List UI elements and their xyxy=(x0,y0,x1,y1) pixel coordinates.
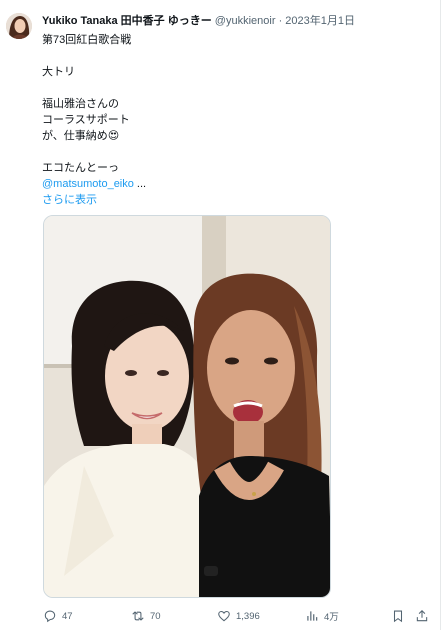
tweet-line xyxy=(42,80,146,96)
views-button[interactable]: 4万 xyxy=(305,608,339,624)
tweet-line xyxy=(42,144,146,160)
tweet-line: エコたんとーっ xyxy=(42,162,119,174)
tweet-date[interactable]: 2023年1月1日 xyxy=(285,15,355,27)
views-icon xyxy=(307,611,318,621)
reply-icon xyxy=(44,610,56,623)
show-more-link[interactable]: さらに表示 xyxy=(42,192,146,208)
retweet-icon xyxy=(132,611,144,621)
tweet-line: が、仕事納め😍 xyxy=(42,130,120,142)
avatar[interactable] xyxy=(6,13,32,39)
tweet-line: コーラスサポート xyxy=(42,114,130,126)
tweet-line: 福山雅治さんの xyxy=(42,98,119,110)
tweet-card[interactable]: Yukiko Tanaka 田中香子 ゆっきー @yukkienoir · 20… xyxy=(0,0,441,630)
tweet-line: 第73回紅白歌合戦 xyxy=(42,34,132,46)
share-icon xyxy=(416,610,428,622)
like-count: 1,396 xyxy=(236,610,260,622)
mention-ellipsis: ... xyxy=(133,178,147,190)
reply-count: 47 xyxy=(62,610,73,622)
user-handle[interactable]: @yukkienoir xyxy=(215,15,276,27)
mention-line: @matsumoto_eiko ... xyxy=(42,176,146,192)
tweet-actions-bar: 47 70 1,396 4万 xyxy=(43,608,428,624)
display-name[interactable]: Yukiko Tanaka 田中香子 ゆっきー xyxy=(42,15,212,27)
tweet-header: Yukiko Tanaka 田中香子 ゆっきー @yukkienoir · 20… xyxy=(42,14,355,28)
like-button[interactable]: 1,396 xyxy=(217,608,260,624)
bookmark-icon xyxy=(393,610,403,623)
retweet-button[interactable]: 70 xyxy=(131,608,161,624)
share-button[interactable] xyxy=(415,608,429,624)
mention-link[interactable]: @matsumoto_eiko xyxy=(42,178,134,190)
separator-dot: · xyxy=(278,15,283,27)
bookmark-button[interactable] xyxy=(391,608,405,624)
avatar-photo xyxy=(6,13,32,39)
tweet-line: 大トリ xyxy=(42,66,75,78)
views-count: 4万 xyxy=(324,612,339,623)
tweet-photo[interactable] xyxy=(43,215,331,598)
reply-button[interactable]: 47 xyxy=(43,608,73,624)
heart-icon xyxy=(218,610,230,622)
tweet-text: 第73回紅白歌合戦 大トリ 福山雅治さんの コーラスサポート が、仕事納め😍 エ… xyxy=(42,32,146,208)
tweet-line xyxy=(42,48,146,64)
retweet-count: 70 xyxy=(150,610,161,622)
selfie-photo xyxy=(44,216,330,597)
